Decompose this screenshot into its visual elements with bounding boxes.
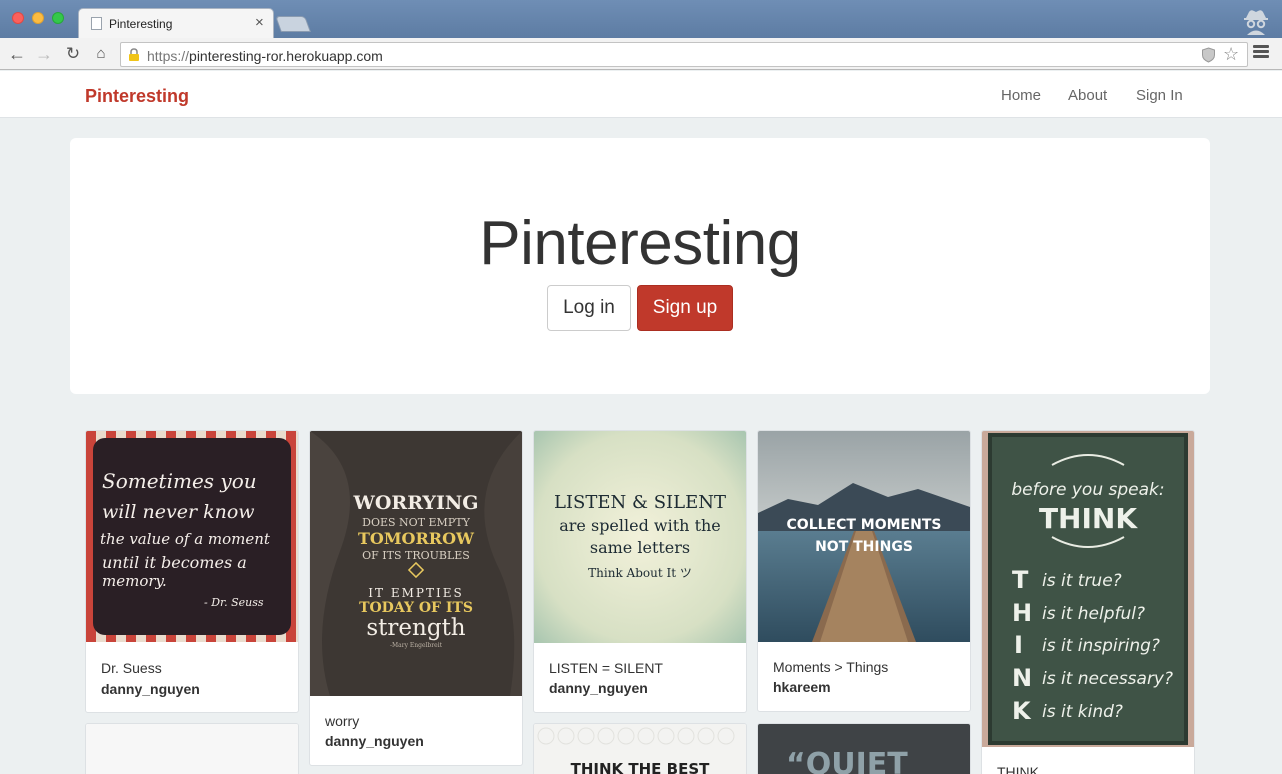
pin-image-text: before you speak: [1011,480,1164,500]
back-arrow-icon[interactable]: ← [6,43,28,65]
pin-image-text: is it helpful? [1042,604,1145,624]
pin-image-text: - Dr. Seuss [204,596,264,609]
url-scheme: https:// [147,48,190,64]
pin-image-text: strength [366,615,465,641]
pin-image-text: is it inspiring? [1042,636,1160,656]
pin-image-text: TODAY OF ITS [359,600,473,616]
signup-button[interactable]: Sign up [637,285,733,331]
pin-description: Dr. Suess [101,660,162,676]
pin-card[interactable]: “QUIET [757,723,971,774]
pin-description: LISTEN = SILENT [549,660,663,676]
pin-image-text: T [1012,566,1029,594]
pin-image-text: the value of a moment [100,530,271,548]
pin-image[interactable]: Sometimes you will never know the value … [86,431,298,642]
page-icon [91,17,102,30]
pin-image-text: is it necessary? [1042,669,1173,689]
pin-image-text: IT EMPTIES [368,586,463,600]
home-icon[interactable]: ⌂ [90,43,112,65]
pin-username[interactable]: danny_nguyen [549,680,648,696]
pin-image-text: memory. [102,572,167,590]
pin-image-text: NOT THINGS [815,539,913,555]
pin-image-text: DOES NOT EMPTY [362,516,470,529]
pin-username[interactable]: danny_nguyen [325,733,424,749]
window-minimize-button[interactable] [32,12,44,24]
brand-logo[interactable]: Pinteresting [85,86,189,107]
pin-card[interactable]: before you speak: THINK T is it true? H … [981,430,1195,774]
pin-image-text: Think About It ツ [588,566,692,580]
url-host: pinteresting-ror.herokuapp.com [189,48,383,64]
browser-titlebar: Pinteresting × [0,0,1282,38]
pin-image-text: N [1012,664,1032,692]
pin-description: THINK [997,764,1039,774]
pin-image[interactable]: WORRYING DOES NOT EMPTY TOMORROW OF ITS … [310,431,522,696]
url-text: https://pinteresting-ror.herokuapp.com [147,48,383,64]
pin-image[interactable]: COLLECT MOMENTS NOT THINGS [758,431,970,642]
nav-link-about[interactable]: About [1068,87,1107,104]
hero-title: Pinteresting [479,209,801,278]
login-button[interactable]: Log in [547,285,631,331]
pin-image[interactable]: THINK THE BEST [534,724,746,774]
tab-title: Pinteresting [109,17,173,31]
pin-image[interactable] [86,724,298,774]
pin-image-text: THINK [1039,502,1138,535]
pin-card[interactable]: THINK THE BEST [533,723,747,774]
pin-image-text: LISTEN & SILENT [554,492,726,513]
pin-image-text: COLLECT MOMENTS [787,517,942,533]
pin-image-text: OF ITS TROUBLES [362,549,470,562]
pin-image-text: H [1012,599,1032,627]
incognito-icon [1244,10,1268,35]
pin-card[interactable] [85,723,299,774]
bookmark-star-icon[interactable]: ☆ [1223,44,1239,65]
hero-panel: Pinteresting Log in Sign up [70,138,1210,394]
site-navbar: Pinteresting Home About Sign In [0,71,1282,118]
pin-image-text: K [1012,697,1032,725]
nav-link-sign-in[interactable]: Sign In [1136,87,1183,104]
pin-image-text: until it becomes a [102,553,247,572]
tab-close-icon[interactable]: × [255,14,264,31]
pin-image[interactable]: LISTEN & SILENT are spelled with the sam… [534,431,746,643]
pin-card[interactable]: WORRYING DOES NOT EMPTY TOMORROW OF ITS … [309,430,523,766]
pin-image-text: TOMORROW [358,529,475,548]
pin-image-text: I [1014,631,1023,659]
pin-username[interactable]: hkareem [773,679,831,695]
pin-image-text: WORRYING [353,492,479,514]
forward-arrow-icon[interactable]: → [33,43,55,65]
pin-image[interactable]: before you speak: THINK T is it true? H … [982,431,1194,747]
nav-link-home[interactable]: Home [1001,87,1041,104]
address-bar[interactable]: https://pinteresting-ror.herokuapp.com ☆ [120,42,1248,67]
pin-card[interactable]: Sometimes you will never know the value … [85,430,299,713]
pin-card[interactable]: LISTEN & SILENT are spelled with the sam… [533,430,747,713]
browser-menu-icon[interactable] [1253,45,1269,59]
pin-image-text: THINK THE BEST [571,760,711,774]
reload-icon[interactable]: ↻ [62,43,84,65]
pin-image-text: is it true? [1042,571,1122,591]
browser-toolbar: ← → ↻ ⌂ https://pinteresting-ror.herokua… [0,38,1282,70]
pin-description: worry [325,713,360,729]
pin-description: Moments > Things [773,659,889,675]
browser-tab-active[interactable]: Pinteresting × [78,8,274,38]
window-close-button[interactable] [12,12,24,24]
pin-image-text: “QUIET [786,747,908,774]
shield-icon[interactable] [1201,47,1216,63]
pin-image-text: Sometimes you [102,469,257,493]
pin-image-text: same letters [590,538,690,557]
pin-image[interactable]: “QUIET [758,724,970,774]
pin-image-text: will never know [102,501,255,523]
pin-image-text: -Mary Engelbreit [390,642,443,649]
window-maximize-button[interactable] [52,12,64,24]
lock-warning-icon [129,48,139,61]
new-tab-button[interactable] [275,16,311,32]
pin-card[interactable]: COLLECT MOMENTS NOT THINGS Moments > Thi… [757,430,971,712]
pin-image-text: are spelled with the [559,516,721,535]
pin-username[interactable]: danny_nguyen [101,681,200,697]
pin-image-text: is it kind? [1042,702,1123,722]
